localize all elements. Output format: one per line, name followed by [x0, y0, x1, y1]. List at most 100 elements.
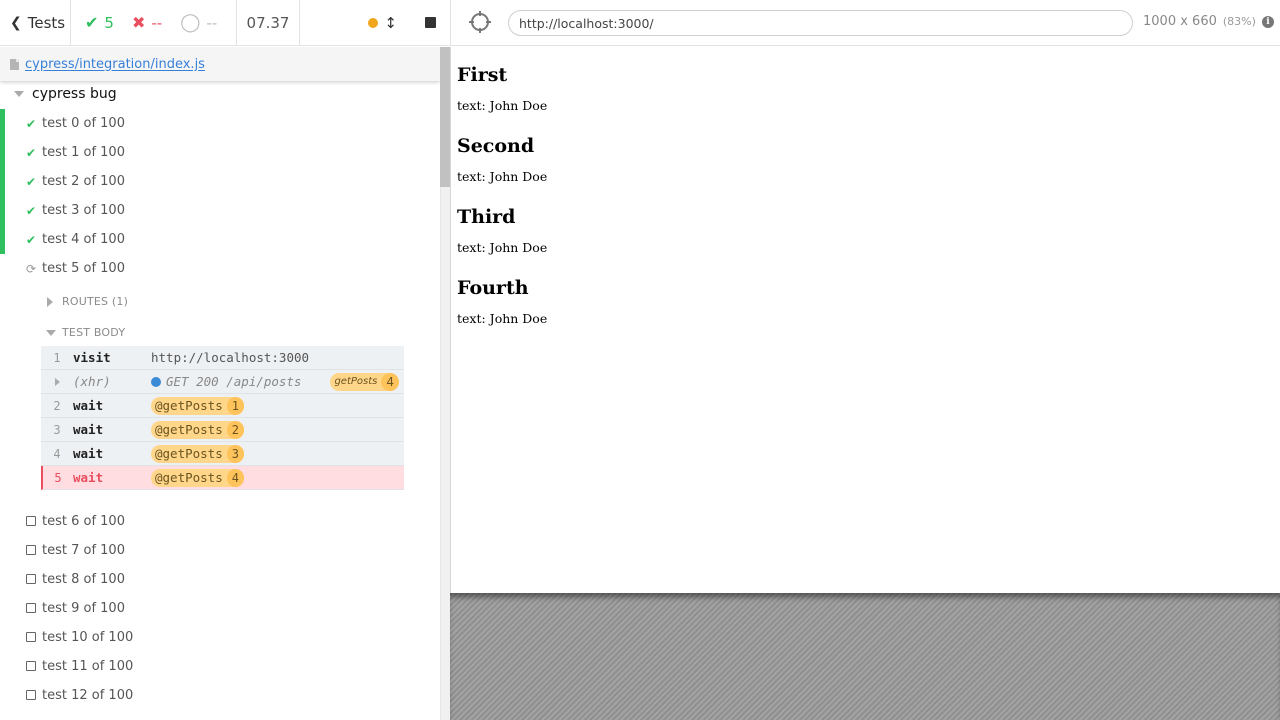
square-icon [25, 689, 37, 703]
test-row[interactable]: ✔ test 2 of 100 [0, 167, 440, 196]
back-to-tests-button[interactable]: ❮ Tests [0, 0, 71, 45]
routes-toggle[interactable]: ROUTES (1) [47, 295, 128, 308]
alias-badge: getPosts 4 [330, 372, 399, 391]
x-icon: ✖ [131, 13, 146, 32]
test-body-toggle[interactable]: TEST BODY [46, 326, 125, 339]
command-number: 5 [54, 470, 62, 485]
command-log: 1 visit http://localhost:3000 (xhr) GET … [41, 346, 404, 490]
runnables-list: cypress bug ✔ test 0 of 100 ✔ test 1 of … [0, 82, 440, 720]
test-row[interactable]: test 7 of 100 [0, 536, 440, 565]
test-title: test 10 of 100 [42, 630, 134, 645]
test-row[interactable]: test 6 of 100 [0, 507, 440, 536]
command-visit[interactable]: 1 visit http://localhost:3000 [41, 346, 404, 370]
post-text: text: John Doe [457, 169, 548, 184]
test-row[interactable]: test 10 of 100 [0, 623, 440, 652]
reporter-header: ❮ Tests ✔ 5 ✖ -- ◯ -- 07.37 ↕ [0, 0, 450, 46]
command-wait[interactable]: 3 wait @getPosts 2 [41, 418, 404, 442]
post: Third text: John Doe [457, 189, 1280, 260]
test-row[interactable]: test 9 of 100 [0, 594, 440, 623]
url-bar[interactable]: http://localhost:3000/ [508, 10, 1133, 36]
command-wait[interactable]: 4 wait @getPosts 3 [41, 442, 404, 466]
alias-name: getPosts [334, 376, 378, 387]
post-text: text: John Doe [457, 311, 548, 326]
test-title: test 0 of 100 [42, 116, 125, 131]
run-controls: ↕ [300, 0, 450, 45]
test-row[interactable]: ✔ test 4 of 100 [0, 225, 440, 254]
alias-name: @getPosts [155, 398, 223, 413]
routes-label: ROUTES (1) [62, 295, 129, 308]
passed-count: 5 [104, 13, 114, 32]
post-title: Fourth [457, 277, 529, 299]
square-icon [25, 631, 37, 645]
failed-stat: ✖ -- [132, 13, 162, 32]
command-wait[interactable]: 2 wait @getPosts 1 [41, 394, 404, 418]
test-title: test 9 of 100 [42, 601, 125, 616]
test-row[interactable]: ✔ test 0 of 100 [0, 109, 440, 138]
spec-file-bar: cypress/integration/index.js [0, 47, 440, 81]
command-number: 1 [53, 350, 61, 365]
command-message: GET 200 /api/posts [166, 374, 302, 389]
test-title: test 7 of 100 [42, 543, 125, 558]
command-number: 3 [53, 422, 61, 437]
xhr-status-icon [151, 376, 161, 387]
test-title: test 12 of 100 [42, 688, 134, 703]
post: Second text: John Doe [457, 118, 1280, 189]
stop-button[interactable] [425, 17, 436, 28]
alias-badge: @getPosts 4 [151, 468, 244, 487]
arrows-v-icon[interactable]: ↕ [384, 14, 397, 32]
command-wait-failed[interactable]: 5 wait @getPosts 4 [41, 466, 404, 490]
viewport-scale: (83%) [1222, 15, 1256, 28]
reporter-scrollbar-thumb[interactable] [440, 47, 450, 187]
aut-background [450, 593, 1280, 720]
test-row[interactable]: ✔ test 1 of 100 [0, 138, 440, 167]
post: Fourth text: John Doe [457, 260, 1280, 331]
test-row[interactable]: test 11 of 100 [0, 652, 440, 681]
test-title: test 8 of 100 [42, 572, 125, 587]
alias-name: @getPosts [155, 470, 223, 485]
command-xhr[interactable]: (xhr) GET 200 /api/posts getPosts 4 [41, 370, 404, 394]
reporter-panel: ❮ Tests ✔ 5 ✖ -- ◯ -- 07.37 ↕ cypress/in… [0, 0, 450, 720]
test-row[interactable]: test 8 of 100 [0, 565, 440, 594]
running-indicator-icon [368, 17, 379, 28]
test-row[interactable]: test 12 of 100 [0, 681, 440, 710]
check-icon: ✔ [25, 116, 37, 131]
check-icon: ✔ [25, 174, 37, 189]
suite-title-text: cypress bug [32, 86, 117, 102]
post-text: text: John Doe [457, 240, 548, 255]
expand-caret[interactable] [41, 377, 73, 386]
info-circle-icon: i [1261, 15, 1274, 28]
test-title: test 3 of 100 [42, 203, 125, 218]
check-icon: ✔ [25, 145, 37, 160]
test-title: test 5 of 100 [42, 261, 125, 276]
command-name: wait [73, 446, 104, 461]
suite-title[interactable]: cypress bug [14, 86, 117, 102]
viewport-size: 1000 x 660 [1143, 14, 1217, 29]
viewport-info[interactable]: 1000 x 660 (83%) i [1143, 14, 1274, 29]
crosshairs-icon[interactable] [469, 11, 491, 33]
alias-badge: @getPosts 2 [151, 420, 244, 439]
caret-down-icon [14, 91, 24, 97]
passed-stat: ✔ 5 [85, 13, 114, 32]
pending-stat: ◯ -- [180, 12, 217, 33]
caret-right-icon [54, 377, 60, 386]
post-title: First [457, 64, 508, 86]
back-label: Tests [27, 13, 66, 32]
post-text: text: John Doe [457, 98, 548, 113]
command-number: 2 [53, 398, 61, 413]
check-icon: ✔ [25, 203, 37, 218]
check-icon: ✔ [25, 232, 37, 247]
alias-count: 1 [226, 396, 244, 415]
square-icon [25, 660, 37, 674]
test-row[interactable]: ✔ test 3 of 100 [0, 196, 440, 225]
post-title: Third [457, 206, 516, 228]
failed-count: -- [151, 13, 163, 32]
test-title: test 1 of 100 [42, 145, 125, 160]
alias-count: 3 [226, 444, 244, 463]
circle-notch-icon: ◯ [180, 12, 201, 33]
test-row-running[interactable]: ⟳ test 5 of 100 [0, 254, 440, 283]
spec-file-link[interactable]: cypress/integration/index.js [25, 57, 205, 72]
square-icon [25, 573, 37, 587]
command-name: wait [73, 398, 104, 413]
command-message-wrap: GET 200 /api/posts [151, 374, 301, 389]
alias-name: @getPosts [155, 446, 223, 461]
